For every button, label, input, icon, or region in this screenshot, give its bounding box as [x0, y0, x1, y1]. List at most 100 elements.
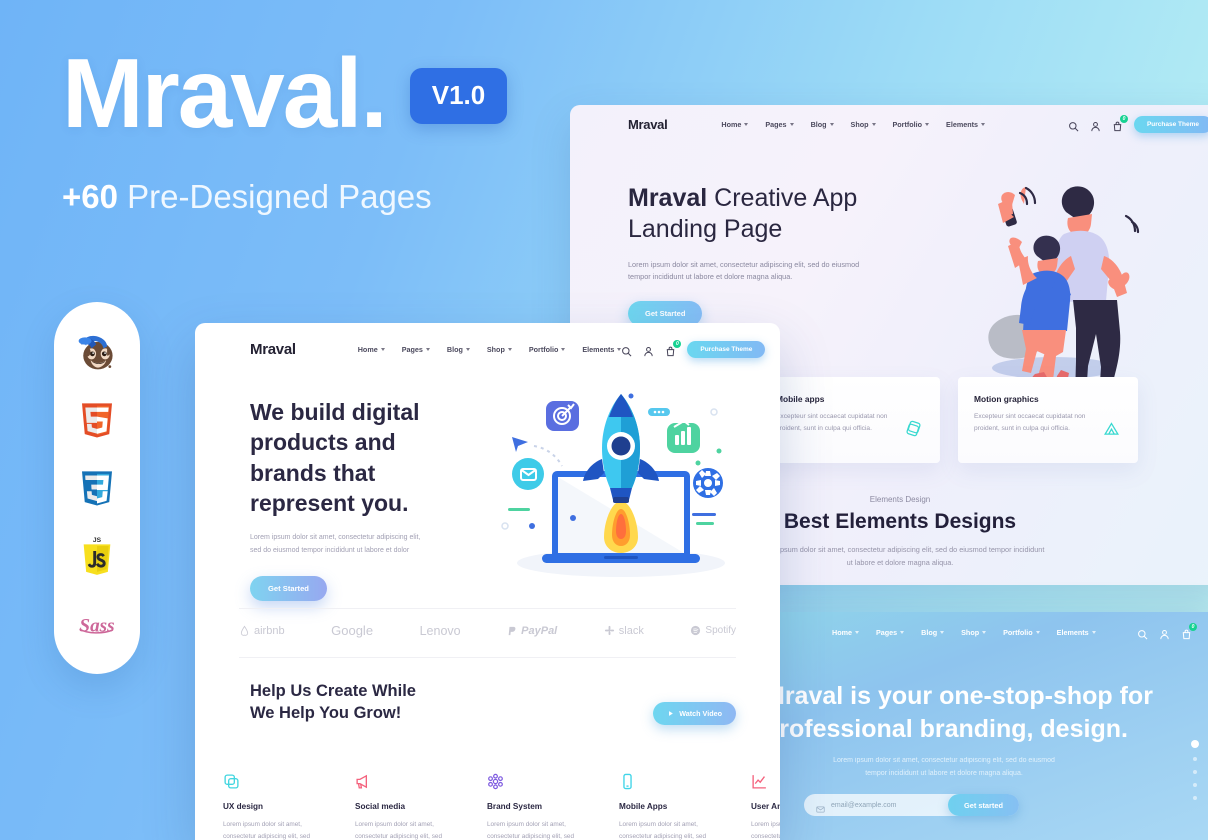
atom-icon	[487, 773, 504, 790]
chevron-down-icon	[900, 630, 905, 634]
chevron-down-icon	[465, 347, 470, 351]
nav-item-portfolio[interactable]: Portfolio	[893, 120, 930, 129]
version-badge: V1.0	[409, 68, 508, 124]
hero-block: Mraval. V1.0 +60 Pre-Designed Pages	[62, 38, 508, 213]
hero-heading-line1: Mraval is your one-stop-shop for	[770, 682, 1153, 710]
two-people-selfie-illustration	[952, 160, 1152, 398]
help-section-heading: Help Us Create While We Help You Grow!	[250, 681, 416, 725]
search-icon[interactable]	[621, 344, 632, 356]
watch-video-button[interactable]: Watch Video	[653, 701, 736, 725]
search-icon[interactable]	[1137, 627, 1148, 639]
user-account-icon[interactable]	[1090, 119, 1101, 131]
chevron-down-icon	[507, 347, 512, 351]
feature-text: Lorem ipsum dolor sit amet, consectetur …	[355, 821, 443, 840]
card-text: Excepteur sint occaecat cupidatat non pr…	[974, 413, 1086, 432]
card-text: Excepteur sint occaecat cupidatat non pr…	[776, 413, 888, 432]
nav-item-portfolio[interactable]: Portfolio	[1003, 628, 1040, 637]
nav-item-elements[interactable]: Elements	[582, 345, 622, 354]
chevron-down-icon	[380, 347, 385, 351]
cart-icon[interactable]: 0	[665, 339, 682, 356]
svg-text:JS: JS	[93, 537, 102, 544]
hero-heading: We build digital products and brands tha…	[250, 399, 420, 517]
nav-item-pages[interactable]: Pages	[402, 345, 430, 354]
chevron-down-icon	[789, 122, 794, 126]
brand-logo[interactable]: Mraval	[628, 117, 668, 132]
nav-links: Home Pages Blog Shop Portfolio Elements	[721, 120, 986, 129]
nav-item-home[interactable]: Home	[358, 345, 385, 354]
feature-card-mobile-apps[interactable]: Mobile Apps Lorem ipsum dolor sit amet, …	[619, 755, 723, 840]
nav-item-blog[interactable]: Blog	[447, 345, 470, 354]
mockup-top-right-hero: Mraval Creative App Landing Page Lorem i…	[570, 143, 900, 327]
nav-item-pages[interactable]: Pages	[876, 628, 905, 637]
cart-count-badge: 0	[1119, 114, 1128, 123]
feature-card-social-media[interactable]: Social media Lorem ipsum dolor sit amet,…	[355, 755, 459, 840]
mockup-top-right-heading: Mraval Creative App Landing Page	[628, 184, 858, 244]
cart-icon[interactable]: 0	[1181, 622, 1197, 639]
line-chart-icon	[751, 773, 768, 790]
carousel-dot[interactable]	[1193, 783, 1197, 787]
hero-paragraph: Lorem ipsum dolor sit amet, consectetur …	[250, 534, 421, 555]
nav-item-elements[interactable]: Elements	[1057, 628, 1096, 637]
cart-icon[interactable]: 0	[1112, 114, 1128, 131]
javascript-logo: JS	[74, 533, 120, 579]
feature-card-brand-system[interactable]: Brand System Lorem ipsum dolor sit amet,…	[487, 755, 591, 840]
layers-icon	[905, 420, 922, 437]
mockup-top-right-cards: Mobile apps Excepteur sint occaecat cupi…	[760, 377, 1138, 463]
nav-item-shop[interactable]: Shop	[961, 628, 987, 637]
purchase-theme-button[interactable]: Purchase Theme	[687, 340, 766, 358]
nav-item-elements[interactable]: Elements	[946, 120, 986, 129]
play-icon	[669, 710, 674, 716]
card-title: Motion graphics	[974, 394, 1039, 404]
css3-logo	[74, 465, 120, 511]
help-heading-line1: Help Us Create While	[250, 682, 416, 700]
paypal-icon	[508, 626, 516, 635]
mockup-bottom-right-navbar: Home Pages Blog Shop Portfolio Elements …	[770, 612, 1208, 652]
carousel-dot[interactable]	[1193, 757, 1197, 761]
get-started-button[interactable]: Get started	[947, 794, 1019, 817]
nav-item-home[interactable]: Home	[832, 628, 859, 637]
feature-cards: UX design Lorem ipsum dolor sit amet, co…	[195, 755, 780, 840]
carousel-dots[interactable]	[1191, 740, 1199, 800]
chevron-down-icon	[925, 122, 930, 126]
carousel-dot[interactable]	[1193, 796, 1197, 800]
search-icon[interactable]	[1068, 119, 1079, 131]
feature-card-user-analysis[interactable]: User Analysis Lorem ipsum dolor sit amet…	[751, 755, 780, 840]
mockup-bottom-right-hero: Mraval is your one-stop-shop for profess…	[770, 652, 1208, 817]
feature-text: Lorem ipsum dolor sit amet, consectetur …	[223, 821, 311, 840]
rocket-launch-from-laptop-illustration	[500, 391, 742, 586]
carousel-dot-active[interactable]	[1191, 740, 1199, 748]
card-motion-graphics[interactable]: Motion graphics Excepteur sint occaecat …	[958, 377, 1138, 463]
mockup-bottom-right: Home Pages Blog Shop Portfolio Elements …	[770, 612, 1208, 840]
page-title: Mraval.	[62, 38, 388, 148]
email-field[interactable]: email@example.com	[831, 802, 948, 809]
nav-item-portfolio[interactable]: Portfolio	[529, 345, 566, 354]
nav-item-home[interactable]: Home	[721, 120, 749, 129]
hero-paragraph: Lorem ipsum dolor sit amet, consectetur …	[833, 757, 1055, 777]
card-mobile-apps[interactable]: Mobile apps Excepteur sint occaecat cupi…	[760, 377, 940, 463]
nav-item-shop[interactable]: Shop	[487, 345, 512, 354]
nav-item-blog[interactable]: Blog	[811, 120, 834, 129]
chevron-down-icon	[940, 630, 945, 634]
get-started-button[interactable]: Get Started	[250, 575, 327, 601]
tech-stack-pill: JS Sass	[54, 302, 140, 674]
feature-title: User Analysis	[751, 802, 780, 811]
nav-links: Home Pages Blog Shop Portfolio Elements	[358, 345, 622, 354]
chevron-down-icon	[871, 122, 876, 126]
feature-card-ux-design[interactable]: UX design Lorem ipsum dolor sit amet, co…	[223, 755, 327, 840]
nav-item-pages[interactable]: Pages	[765, 120, 794, 129]
divider	[239, 657, 736, 658]
airbnb-icon	[240, 625, 249, 636]
feature-title: Brand System	[487, 802, 543, 811]
mockup-top-right-paragraph: Lorem ipsum dolor sit amet, consectetur …	[628, 259, 860, 282]
user-account-icon[interactable]	[643, 344, 654, 356]
chevron-down-icon	[982, 630, 987, 634]
user-account-icon[interactable]	[1159, 627, 1170, 639]
hero-subtitle: +60 Pre-Designed Pages	[62, 180, 507, 213]
brand-logo[interactable]: Mraval	[250, 341, 296, 358]
nav-item-shop[interactable]: Shop	[851, 120, 876, 129]
purchase-theme-button[interactable]: Purchase Theme	[1133, 115, 1208, 133]
nav-item-blog[interactable]: Blog	[921, 628, 945, 637]
client-logo-lenovo: Lenovo	[419, 623, 461, 638]
chevron-down-icon	[561, 347, 566, 351]
carousel-dot[interactable]	[1193, 770, 1197, 774]
